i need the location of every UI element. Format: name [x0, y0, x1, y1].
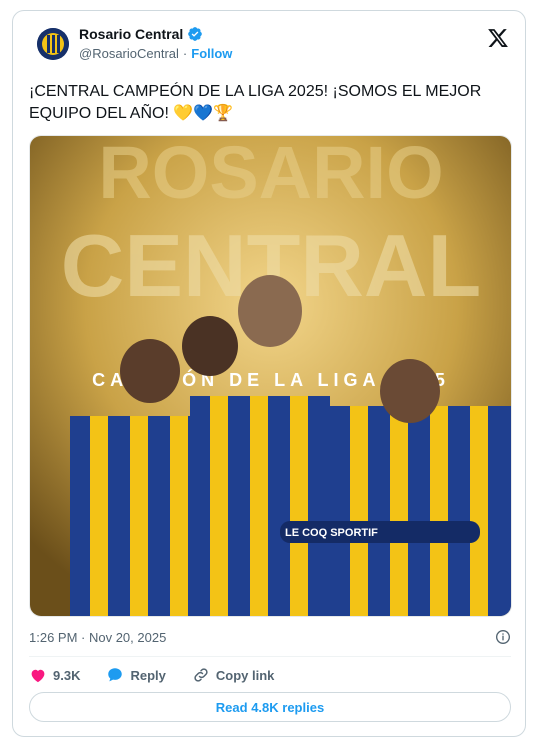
timestamp[interactable]: 1:26 PM · Nov 20, 2025 — [29, 630, 166, 645]
verified-badge-icon — [188, 27, 203, 41]
tweet-text: ¡CENTRAL CAMPEÓN DE LA LIGA 2025! ¡SOMOS… — [29, 83, 482, 122]
link-icon — [194, 668, 208, 682]
reply-button[interactable]: Reply — [106, 666, 166, 684]
action-bar: 9.3K Reply Copy link — [29, 663, 300, 687]
separator: · — [182, 46, 188, 61]
info-icon[interactable] — [495, 629, 511, 645]
tweet-card: Rosario Central @RosarioCentral · Follow… — [12, 10, 526, 737]
avatar[interactable] — [37, 28, 69, 60]
like-button[interactable]: 9.3K — [29, 666, 80, 684]
tweet-media[interactable]: ROSARIO CENTRAL CAMPEÓN DE LA LIGA 2025 — [29, 135, 512, 617]
x-logo-icon[interactable] — [487, 27, 509, 49]
read-replies-button[interactable]: Read 4.8K replies — [29, 692, 511, 722]
reply-bubble-icon — [108, 668, 123, 682]
timestamp-row: 1:26 PM · Nov 20, 2025 — [29, 627, 511, 647]
handle[interactable]: @RosarioCentral — [79, 46, 179, 61]
copy-link-label: Copy link — [215, 667, 275, 683]
reply-label: Reply — [130, 667, 166, 683]
name-row: Rosario Central — [79, 26, 203, 42]
handle-row: @RosarioCentral · Follow — [79, 46, 232, 61]
media-sponsor: LE COQ SPORTIF — [285, 527, 378, 539]
heart-icon — [31, 669, 45, 683]
media-headline-top: ROSARIO — [98, 136, 443, 214]
display-name[interactable]: Rosario Central — [79, 26, 183, 42]
follow-button[interactable]: Follow — [191, 46, 232, 61]
tweet-header: Rosario Central @RosarioCentral · Follow — [13, 11, 525, 71]
like-count: 9.3K — [53, 667, 81, 683]
copy-link-button[interactable]: Copy link — [192, 666, 275, 684]
media-image: ROSARIO CENTRAL CAMPEÓN DE LA LIGA 2025 — [30, 136, 511, 616]
divider — [29, 656, 511, 657]
